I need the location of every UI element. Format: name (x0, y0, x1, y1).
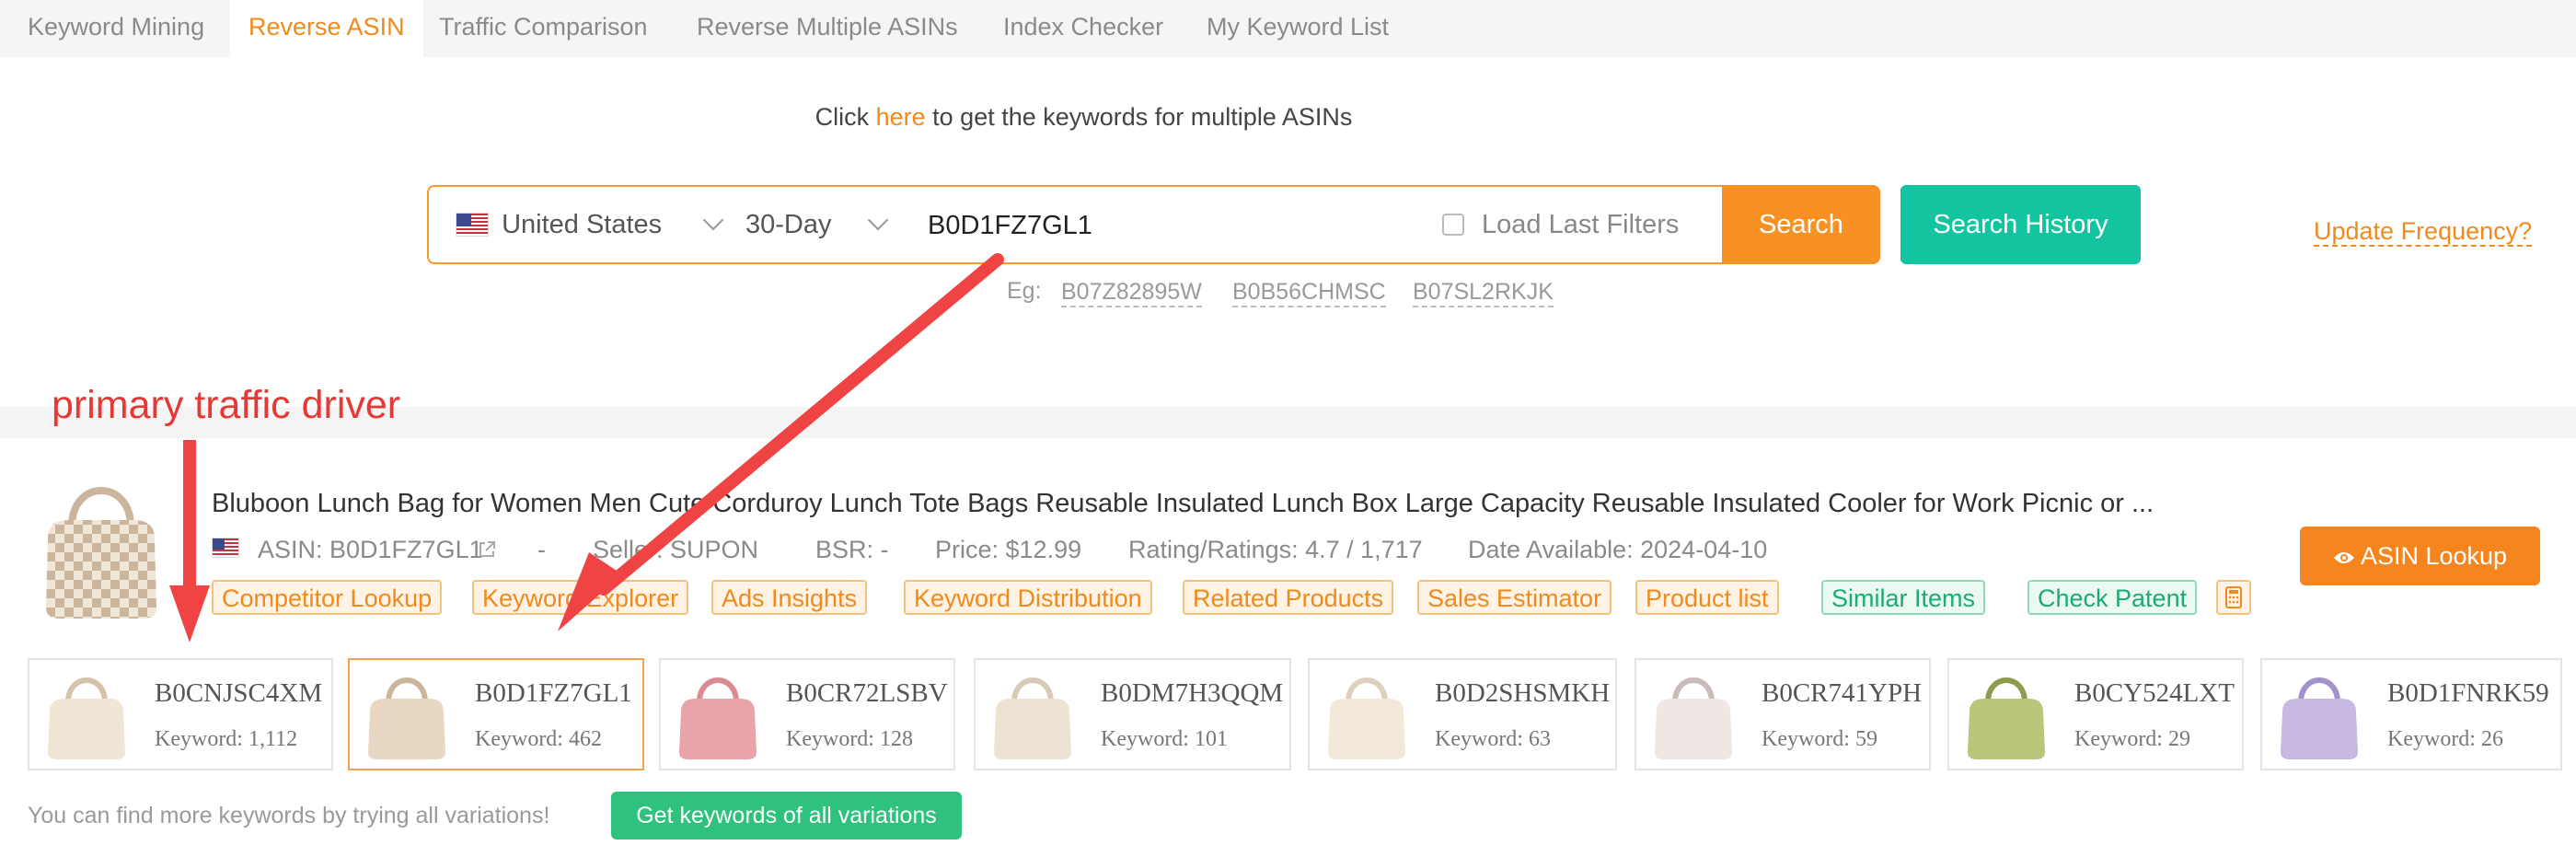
competitor-lookup-button[interactable]: Competitor Lookup (212, 580, 443, 615)
variation-image (1328, 677, 1405, 759)
variation-asin: B0CY524LXT (2074, 678, 2235, 708)
variation-asin: B0DM7H3QQM (1101, 678, 1284, 708)
tab-index-checker[interactable]: Index Checker (985, 0, 1182, 57)
tab-bar: Keyword Mining Reverse ASIN Traffic Comp… (0, 0, 2576, 57)
variation-card[interactable]: B0D2SHSMKH Keyword: 63 (1308, 658, 1617, 770)
product-title[interactable]: Bluboon Lunch Bag for Women Men Cute Cor… (212, 489, 2154, 519)
country-select[interactable]: United States (456, 187, 662, 262)
asin-lookup-button[interactable]: ASIN Lookup (2300, 527, 2540, 585)
variation-keyword-count: Keyword: 26 (2387, 727, 2503, 751)
product-date-available: Date Available: 2024-04-10 (1468, 536, 1768, 563)
load-last-filters-label: Load Last Filters (1482, 210, 1680, 239)
variation-image (2281, 677, 2358, 759)
update-frequency-link[interactable]: Update Frequency? (2314, 217, 2533, 247)
sales-estimator-button[interactable]: Sales Estimator (1417, 580, 1612, 615)
chevron-down-icon (702, 209, 724, 231)
get-all-variations-button[interactable]: Get keywords of all variations (611, 792, 962, 839)
tab-my-keyword-list[interactable]: My Keyword List (1188, 0, 1407, 57)
variation-image (1655, 677, 1732, 759)
multiple-asins-hint: Click here to get the keywords for multi… (0, 103, 2167, 132)
check-patent-button[interactable]: Check Patent (2027, 580, 2198, 615)
annotation-text: primary traffic driver (52, 383, 401, 427)
variation-keyword-count: Keyword: 128 (786, 727, 913, 751)
variation-card[interactable]: B0CY524LXT Keyword: 29 (1947, 658, 2244, 770)
variation-asin: B0CNJSC4XM (155, 678, 323, 708)
similar-items-button[interactable]: Similar Items (1821, 580, 1986, 615)
eye-icon (2333, 552, 2354, 563)
multiple-asins-link[interactable]: here (876, 103, 926, 131)
tab-reverse-multiple-asins[interactable]: Reverse Multiple ASINs (678, 0, 976, 57)
arrow-down-icon (169, 440, 210, 642)
asin-lookup-label: ASIN Lookup (2360, 542, 2508, 570)
period-select-value: 30-Day (745, 210, 832, 239)
variation-asin: B0D1FZ7GL1 (475, 678, 632, 708)
hint-text-before: Click (814, 103, 876, 131)
calculator-button[interactable] (2216, 580, 2251, 615)
variation-keyword-count: Keyword: 101 (1101, 727, 1228, 751)
variation-keyword-count: Keyword: 1,112 (155, 727, 298, 751)
variation-image (1968, 677, 2045, 759)
ads-insights-button[interactable]: Ads Insights (711, 580, 868, 615)
related-products-button[interactable]: Related Products (1183, 580, 1394, 615)
variation-image (368, 677, 445, 759)
product-image (46, 487, 156, 619)
variation-card-selected[interactable]: B0D1FZ7GL1 Keyword: 462 (348, 658, 644, 770)
variation-image (48, 677, 125, 759)
tab-reverse-asin[interactable]: Reverse ASIN (230, 0, 423, 57)
product-price: Price: $12.99 (935, 536, 1082, 563)
example-asin-link[interactable]: B0B56CHMSC (1232, 278, 1386, 307)
us-flag-icon (456, 213, 489, 237)
more-variations-text: You can find more keywords by trying all… (28, 803, 550, 828)
variation-keyword-count: Keyword: 29 (2074, 727, 2190, 751)
meta-separator: - (537, 536, 546, 563)
keyword-explorer-button[interactable]: Keyword Explorer (472, 580, 689, 615)
asin-search-input[interactable] (926, 202, 1390, 249)
period-select[interactable]: 30-Day (745, 187, 832, 262)
variation-keyword-count: Keyword: 462 (475, 727, 602, 751)
us-flag-icon (212, 538, 239, 558)
product-asin: ASIN: B0D1FZ7GL1 (258, 536, 483, 563)
chevron-down-icon (867, 209, 889, 231)
variation-image (679, 677, 757, 759)
product-list-button[interactable]: Product list (1635, 580, 1779, 615)
product-rating: Rating/Ratings: 4.7 / 1,717 (1128, 536, 1423, 563)
variation-asin: B0CR72LSBV (786, 678, 948, 708)
example-asin-link[interactable]: B07SL2RKJK (1413, 278, 1554, 307)
variation-card[interactable]: B0D1FNRK59 Keyword: 26 (2260, 658, 2562, 770)
tab-keyword-mining[interactable]: Keyword Mining (0, 0, 223, 57)
variation-asin: B0D1FNRK59 (2387, 678, 2549, 708)
load-last-filters-checkbox[interactable] (1442, 214, 1464, 236)
examples-label: Eg: (1007, 278, 1042, 304)
variation-keyword-count: Keyword: 63 (1435, 727, 1551, 751)
search-button[interactable]: Search (1722, 185, 1880, 264)
example-asin-link[interactable]: B07Z82895W (1061, 278, 1202, 307)
variation-keyword-count: Keyword: 59 (1762, 727, 1877, 751)
product-bsr: BSR: - (815, 536, 889, 563)
search-history-button[interactable]: Search History (1900, 185, 2141, 264)
variation-card[interactable]: B0CNJSC4XM Keyword: 1,112 (28, 658, 333, 770)
variation-card[interactable]: B0DM7H3QQM Keyword: 101 (974, 658, 1291, 770)
arrow-diagonal-icon (558, 253, 1004, 631)
keyword-distribution-button[interactable]: Keyword Distribution (904, 580, 1152, 615)
variation-asin: B0D2SHSMKH (1435, 678, 1611, 708)
variation-asin: B0CR741YPH (1762, 678, 1923, 708)
tab-traffic-comparison[interactable]: Traffic Comparison (421, 0, 666, 57)
product-seller: Seller: SUPON (593, 536, 759, 563)
variation-card[interactable]: B0CR741YPH Keyword: 59 (1635, 658, 1931, 770)
hint-text-after: to get the keywords for multiple ASINs (925, 103, 1353, 131)
country-select-value: United States (502, 210, 663, 239)
calculator-icon (2225, 586, 2242, 608)
external-link-icon[interactable] (477, 539, 497, 560)
variation-card[interactable]: B0CR72LSBV Keyword: 128 (659, 658, 955, 770)
search-bar: United States 30-Day Load Last Filters (427, 185, 1880, 264)
variation-image (994, 677, 1071, 759)
